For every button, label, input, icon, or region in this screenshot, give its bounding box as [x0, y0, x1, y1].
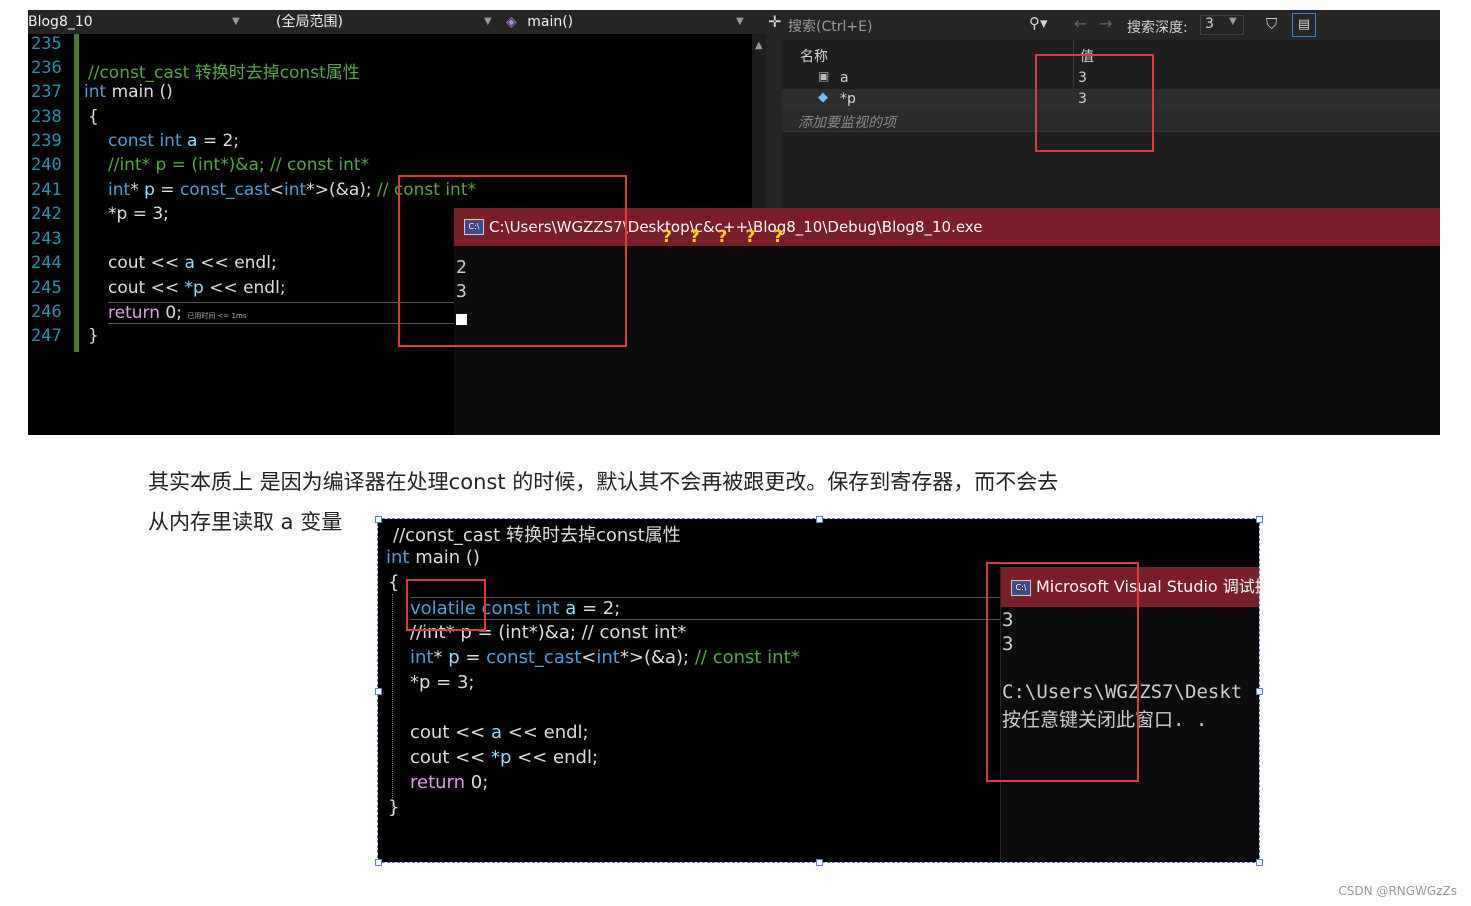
search-icon[interactable]: ⚲▾: [1029, 14, 1048, 32]
code-line: //int* p = (int*)&a; // const int*: [108, 155, 370, 175]
back-arrow-icon[interactable]: ←: [1074, 14, 1087, 33]
current-line: volatile const int a = 2;: [410, 597, 1000, 620]
watermark: CSDN @RNGWGzZs: [1338, 884, 1457, 898]
search-depth-select[interactable]: 3 ▼: [1200, 15, 1244, 35]
filter-icon[interactable]: ⛉: [1266, 15, 1277, 33]
line-number: 242: [31, 204, 62, 224]
highlight-box: [1035, 54, 1154, 152]
function-label: main(): [527, 14, 574, 30]
resize-handle[interactable]: [1256, 859, 1263, 866]
vs-debug-screenshot-top: Blog8_10 ▼ (全局范围) ▼ ◈ main() ▼ 235 236 2…: [28, 10, 1440, 435]
elapsed-hint: 已用时间 <= 1ms: [187, 312, 247, 320]
forward-arrow-icon[interactable]: →: [1099, 14, 1112, 33]
code-line: *p = 3;: [410, 672, 475, 693]
scroll-up-icon[interactable]: ▲: [755, 40, 763, 51]
resize-handle[interactable]: [816, 516, 823, 523]
code-line: {: [388, 572, 400, 593]
line-number: 245: [31, 278, 62, 298]
method-icon: ◈: [506, 14, 517, 30]
chevron-down-icon: ▼: [1229, 16, 1237, 27]
line-number: 243: [31, 229, 62, 249]
variable-icon: ▣: [818, 69, 830, 83]
navigation-bar: Blog8_10 ▼ (全局范围) ▼ ◈ main() ▼: [28, 10, 773, 35]
line-number: 244: [31, 253, 62, 273]
code-line: //const_cast 转换时去掉const属性: [88, 63, 360, 83]
code-line: }: [88, 326, 99, 346]
watch-name: *p: [840, 91, 856, 107]
column-name-header[interactable]: 名称: [800, 46, 828, 66]
code-line: cout << a << endl;: [108, 253, 277, 273]
line-number: 247: [31, 326, 62, 346]
depth-value: 3: [1205, 16, 1214, 32]
code-line: int* p = const_cast<int*>(&a); // const …: [410, 647, 800, 668]
split-icon[interactable]: ✛: [768, 12, 781, 31]
project-dropdown[interactable]: Blog8_10 ▼: [28, 12, 243, 32]
watch-search-input[interactable]: 搜索(Ctrl+E): [788, 16, 1058, 36]
watch-toolbar: 搜索(Ctrl+E) ⚲▾ ← → 搜索深度: 3 ▼ ⛉ ▤: [782, 10, 1440, 40]
code-line: *p = 3;: [108, 204, 169, 224]
line-number: 238: [31, 107, 62, 127]
highlight-box: [398, 175, 627, 347]
line-number: 239: [31, 131, 62, 151]
search-depth-label: 搜索深度:: [1127, 20, 1188, 36]
scope-dropdown[interactable]: (全局范围) ▼: [276, 12, 496, 32]
code-line: int main (): [84, 82, 173, 102]
code-line: const int a = 2;: [108, 131, 240, 151]
code-line: cout << a << endl;: [410, 722, 589, 743]
code-line: //const_cast 转换时去掉const属性: [393, 525, 681, 546]
line-number: 240: [31, 155, 62, 175]
code-line: int main (): [386, 547, 480, 568]
code-line: cout << *p << endl;: [410, 747, 599, 768]
resize-handle[interactable]: [1256, 688, 1263, 695]
watch-name: a: [840, 70, 849, 86]
chevron-down-icon: ▼: [232, 16, 240, 27]
resize-handle[interactable]: [1256, 516, 1263, 523]
vs-debug-screenshot-bottom: //const_cast 转换时去掉const属性 int main () { …: [377, 518, 1260, 863]
chevron-down-icon: ▼: [736, 16, 744, 27]
change-tracking-bar: [74, 34, 79, 352]
function-dropdown[interactable]: ◈ main() ▼: [506, 12, 746, 32]
code-line: return 0;: [410, 772, 489, 793]
scope-label: (全局范围): [276, 14, 343, 30]
resize-handle[interactable]: [816, 859, 823, 866]
line-number: 246: [31, 302, 62, 322]
line-number: 235: [31, 34, 62, 54]
highlight-box: [986, 562, 1139, 782]
indent-guide: [392, 594, 394, 814]
view-toggle-icon[interactable]: ▤: [1292, 13, 1316, 37]
resize-handle[interactable]: [375, 859, 382, 866]
line-number: 241: [31, 180, 62, 200]
project-label: Blog8_10: [28, 14, 93, 30]
code-line: cout << *p << endl;: [108, 278, 286, 298]
highlight-box: [406, 579, 486, 631]
pointer-icon: ◆: [818, 90, 828, 105]
code-line: {: [88, 107, 99, 127]
line-number: 237: [31, 82, 62, 102]
add-watch-placeholder: 添加要监视的项: [798, 115, 896, 131]
paragraph-line: 其实本质上 是因为编译器在处理const 的时候，默认其不会再被跟更改。保存到寄…: [148, 470, 1059, 494]
line-number: 236: [31, 58, 62, 78]
chevron-down-icon: ▼: [484, 16, 492, 27]
resize-handle[interactable]: [375, 516, 382, 523]
garbled-text: ? ? ? ? ?: [662, 227, 789, 247]
resize-handle[interactable]: [375, 688, 382, 695]
